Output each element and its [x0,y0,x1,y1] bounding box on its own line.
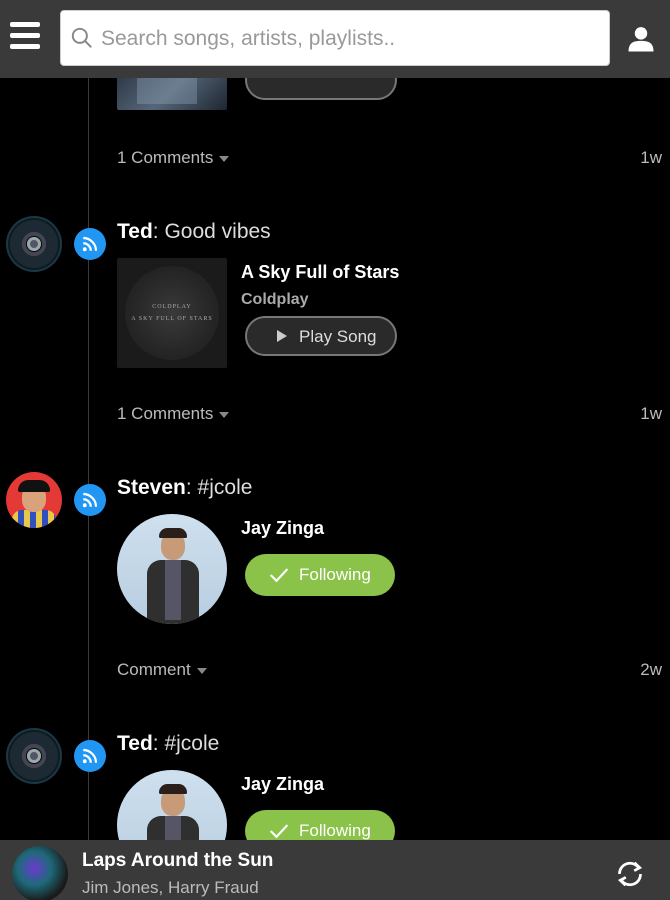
album-art[interactable]: COLDPLAY A SKY FULL OF STARS [117,258,227,368]
avatar[interactable] [6,472,62,528]
caret-down-icon [219,411,230,418]
following-label: Following [299,565,371,584]
now-playing-title[interactable]: Laps Around the Sun [82,850,273,872]
post-message: : #jcole [152,732,220,755]
avatar[interactable] [6,728,62,784]
post-message: : #jcole [185,476,253,499]
artist-photo[interactable] [117,514,227,624]
song-artist[interactable]: Coldplay [241,291,309,309]
search-icon [71,27,92,48]
repeat-icon[interactable] [612,856,648,892]
play-icon [277,330,287,342]
caret-down-icon [219,155,230,162]
post-time: 2w [640,660,662,679]
following-button[interactable]: Following [245,810,395,840]
post-time: 1w [640,148,662,167]
comments-toggle[interactable]: Comment [117,660,207,680]
post-user[interactable]: Ted [117,732,153,755]
comments-toggle[interactable]: 1 Comments [117,148,230,168]
comments-label: Comment [117,660,191,679]
now-playing-artist[interactable]: Jim Jones, Harry Fraud [82,878,259,898]
caret-down-icon [196,667,207,674]
activity-feed[interactable]: 1 Comments 1w Ted: Good vibes COLDPLAY A… [0,78,670,840]
rss-feed-icon [74,740,106,772]
following-button[interactable]: Following [245,554,395,596]
menu-icon[interactable] [10,22,44,52]
post-title: Ted: #jcole [117,732,219,756]
check-icon [269,824,289,839]
rss-feed-icon [74,484,106,516]
post-user[interactable]: Steven [117,476,186,499]
rss-feed-icon [74,228,106,260]
now-playing-art[interactable] [12,846,68,900]
post-time: 1w [640,404,662,423]
top-bar [0,0,670,78]
following-label: Following [299,821,371,840]
now-playing-bar[interactable]: Laps Around the Sun Jim Jones, Harry Fra… [0,840,670,900]
avatar[interactable] [6,216,62,272]
song-title[interactable]: A Sky Full of Stars [241,262,399,283]
comments-toggle[interactable]: 1 Comments [117,404,230,424]
post-user[interactable]: Ted [117,220,153,243]
comments-label: 1 Comments [117,148,214,167]
album-art[interactable] [117,78,227,110]
check-icon [269,568,289,583]
timeline-line [88,78,89,840]
play-song-button[interactable]: Play Song [245,316,397,356]
play-song-label: Play Song [299,327,377,346]
search-input[interactable] [101,19,601,59]
post-message: : Good vibes [152,220,271,243]
artist-photo[interactable] [117,770,227,840]
artist-name[interactable]: Jay Zinga [241,518,324,539]
artist-name[interactable]: Jay Zinga [241,774,324,795]
comments-label: 1 Comments [117,404,214,423]
album-art-text: A SKY FULL OF STARS [131,316,213,322]
search-box[interactable] [60,10,610,66]
post-title: Ted: Good vibes [117,220,271,244]
play-song-button[interactable] [245,78,397,100]
album-art-text: COLDPLAY [152,304,192,310]
post-title: Steven: #jcole [117,476,252,500]
user-icon[interactable] [626,24,656,54]
